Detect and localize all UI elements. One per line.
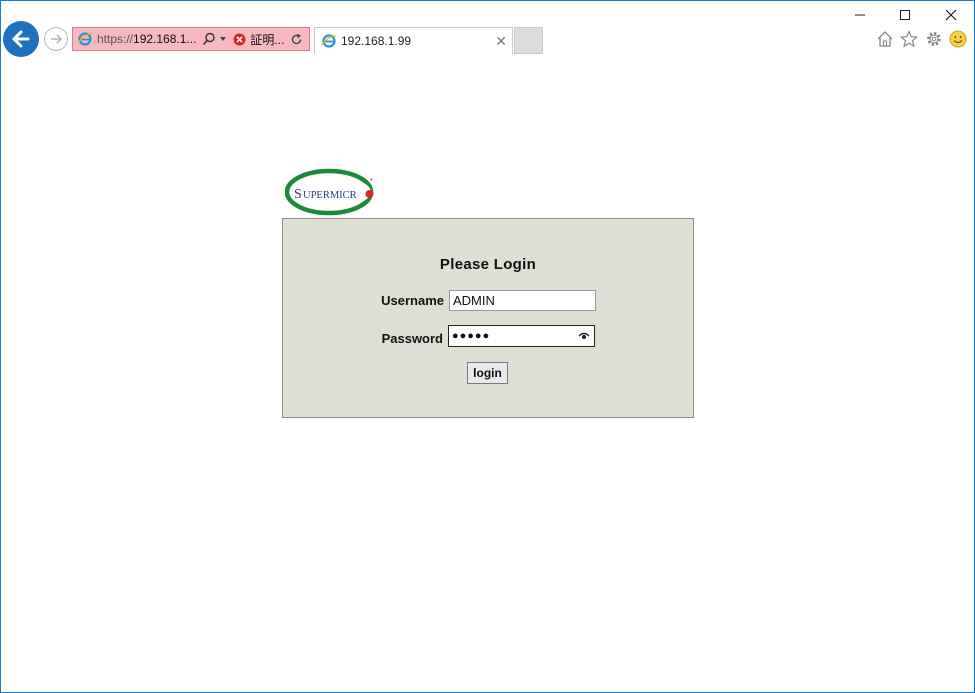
favorites-star-icon[interactable] <box>899 29 919 49</box>
gear-icon[interactable] <box>924 29 944 49</box>
search-icon[interactable] <box>202 32 216 46</box>
address-bar[interactable]: https://192.168.1... 証明... <box>72 27 310 51</box>
login-title: Please Login <box>439 256 537 273</box>
certificate-error-text[interactable]: 証明... <box>250 31 284 48</box>
logo-letter-s: S <box>294 187 302 202</box>
tab-192-168-1-99[interactable]: 192.168.1.99 ✕ <box>314 27 513 54</box>
username-label: Username <box>381 293 444 308</box>
forward-arrow-icon <box>51 34 63 44</box>
login-panel: Please Login Username Password ●●●●● log… <box>282 218 694 418</box>
reveal-password-icon[interactable] <box>578 331 590 341</box>
ie-page-icon <box>77 32 93 46</box>
login-button[interactable]: login <box>467 362 508 384</box>
close-window-icon[interactable] <box>941 5 961 25</box>
back-arrow-icon <box>12 30 30 48</box>
refresh-icon[interactable] <box>290 33 303 46</box>
certificate-error-icon[interactable] <box>233 33 246 46</box>
username-input[interactable] <box>449 290 596 311</box>
smiley-feedback-icon[interactable] <box>948 29 968 49</box>
tab-close-icon[interactable]: ✕ <box>495 33 507 50</box>
address-url: https://192.168.1... <box>97 32 197 46</box>
supermicro-logo: S UPERMICR ® <box>284 168 377 216</box>
forward-button[interactable] <box>44 27 68 51</box>
tab-title: 192.168.1.99 <box>341 34 412 48</box>
chevron-down-icon[interactable] <box>219 35 227 43</box>
password-masked-value: ●●●●● <box>452 330 491 342</box>
logo-registered-mark: ® <box>370 177 373 182</box>
password-label: Password <box>381 331 443 346</box>
logo-text: UPERMICR <box>303 190 357 201</box>
minimize-icon[interactable] <box>850 5 870 25</box>
back-button[interactable] <box>3 21 39 57</box>
ie-tab-icon <box>321 34 337 48</box>
maximize-icon[interactable] <box>895 5 915 25</box>
password-input[interactable]: ●●●●● <box>448 325 595 347</box>
home-icon[interactable] <box>875 29 895 49</box>
new-tab-button[interactable] <box>514 27 543 54</box>
